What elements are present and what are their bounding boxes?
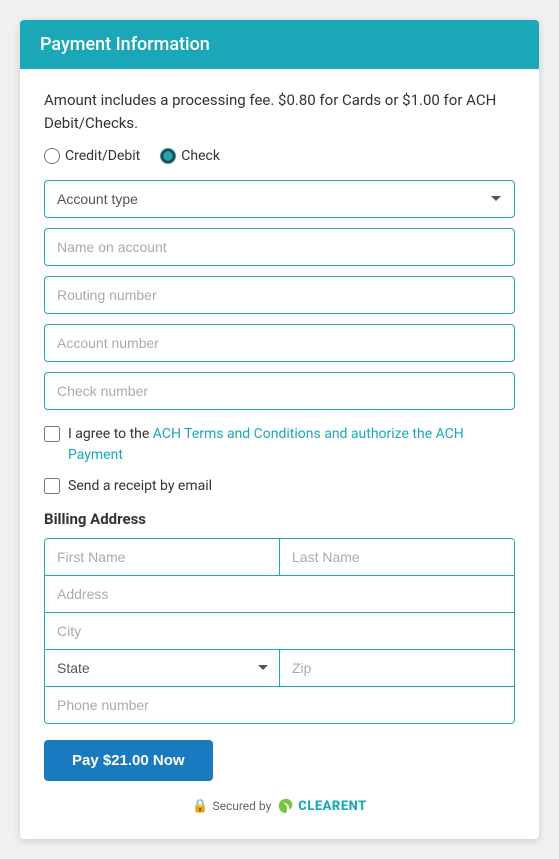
secured-footer: 🔒 Secured by CLEARENT (44, 797, 515, 815)
receipt-label[interactable]: Send a receipt by email (68, 478, 212, 494)
payment-method-group: Credit/Debit Check (44, 148, 515, 164)
account-type-group: Account type Checking Savings (44, 180, 515, 218)
check-number-input[interactable] (44, 372, 515, 410)
name-row (45, 539, 514, 576)
last-name-cell (280, 539, 514, 575)
account-type-select[interactable]: Account type Checking Savings (44, 180, 515, 218)
city-input[interactable] (45, 613, 514, 649)
address-cell (45, 576, 514, 612)
card-body: Amount includes a processing fee. $0.80 … (20, 69, 539, 839)
phone-row (45, 687, 514, 723)
secured-text: 🔒 Secured by (192, 799, 271, 814)
account-number-group (44, 324, 515, 362)
last-name-input[interactable] (280, 539, 514, 575)
first-name-input[interactable] (45, 539, 279, 575)
pay-button[interactable]: Pay $21.00 Now (44, 740, 213, 781)
ach-terms-checkbox[interactable] (44, 426, 60, 442)
check-radio[interactable] (160, 148, 176, 164)
receipt-group: Send a receipt by email (44, 478, 515, 494)
lock-icon: 🔒 (192, 799, 208, 814)
check-number-group (44, 372, 515, 410)
city-row (45, 613, 514, 650)
ach-terms-label[interactable]: I agree to the ACH Terms and Conditions … (68, 424, 515, 466)
processing-note: Amount includes a processing fee. $0.80 … (44, 89, 515, 134)
phone-input[interactable] (45, 687, 514, 723)
secured-by-text: Secured by (212, 799, 271, 813)
credit-debit-option[interactable]: Credit/Debit (44, 148, 140, 164)
phone-cell (45, 687, 514, 723)
account-number-input[interactable] (44, 324, 515, 362)
state-zip-row: State ALAKAZAR CACOCTDE FLGAHIID ILINIAK… (45, 650, 514, 687)
check-label: Check (181, 148, 220, 164)
routing-number-input[interactable] (44, 276, 515, 314)
first-name-cell (45, 539, 280, 575)
clearent-name: CLEARENT (298, 799, 366, 814)
credit-debit-label: Credit/Debit (65, 148, 140, 164)
clearent-leaf-icon (277, 797, 295, 815)
zip-cell (280, 650, 514, 686)
address-row (45, 576, 514, 613)
ach-terms-prefix: I agree to the (68, 426, 153, 442)
state-cell: State ALAKAZAR CACOCTDE FLGAHIID ILINIAK… (45, 650, 280, 686)
routing-number-group (44, 276, 515, 314)
state-select[interactable]: State ALAKAZAR CACOCTDE FLGAHIID ILINIAK… (45, 650, 279, 686)
zip-input[interactable] (280, 650, 514, 686)
page-title: Payment Information (40, 34, 210, 55)
city-cell (45, 613, 514, 649)
ach-terms-group: I agree to the ACH Terms and Conditions … (44, 424, 515, 466)
receipt-checkbox[interactable] (44, 478, 60, 494)
check-option[interactable]: Check (160, 148, 220, 164)
billing-title: Billing Address (44, 510, 515, 528)
payment-card: Payment Information Amount includes a pr… (20, 20, 539, 839)
billing-address-form: State ALAKAZAR CACOCTDE FLGAHIID ILINIAK… (44, 538, 515, 724)
credit-debit-radio[interactable] (44, 148, 60, 164)
card-header: Payment Information (20, 20, 539, 69)
name-on-account-group (44, 228, 515, 266)
clearent-logo: CLEARENT (277, 797, 366, 815)
name-on-account-input[interactable] (44, 228, 515, 266)
address-input[interactable] (45, 576, 514, 612)
